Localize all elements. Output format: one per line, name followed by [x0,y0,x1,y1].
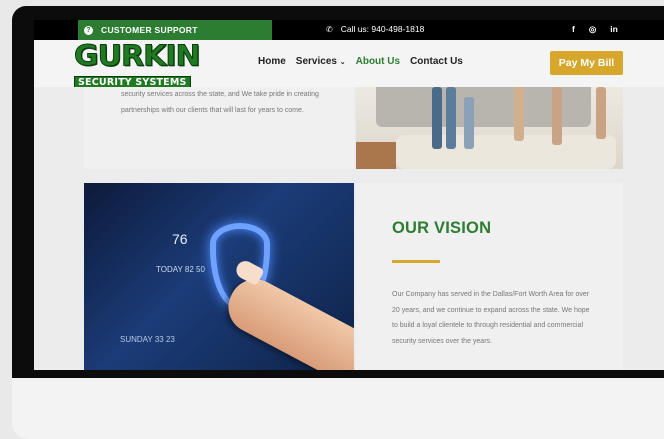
person-leg [514,87,524,141]
person-leg [446,87,456,149]
top-bar: ? CUSTOMER SUPPORT ✆ Call us: 940-498-18… [34,20,664,40]
facebook-icon[interactable]: f [572,24,575,35]
floor-shape [356,142,396,169]
today-label: TODAY 82 50 [156,265,205,274]
nav-contact-us[interactable]: Contact Us [410,56,463,67]
heading-divider [392,260,440,263]
site-header: GURKIN SECURITY SYSTEMS Home Services ⌄ … [34,39,664,89]
person-leg [464,97,474,149]
today-values: 82 50 [184,265,205,274]
browser-screen: ? CUSTOMER SUPPORT ✆ Call us: 940-498-18… [34,20,664,370]
nav-services-label: Services [295,56,337,67]
pay-my-bill-button[interactable]: Pay My Bill [550,51,623,75]
sunday-values: SUNDAY 33 23 [120,335,175,344]
temperature-reading: 76 [172,231,188,247]
main-nav: Home Services ⌄ About Us Contact Us [258,56,463,67]
phone-link[interactable]: ✆ Call us: 940-498-1818 [326,24,424,34]
person-leg [596,87,606,139]
today-day: TODAY [156,265,183,274]
customer-support-button[interactable]: ? CUSTOMER SUPPORT [78,20,272,40]
gurkin-logo[interactable]: GURKIN SECURITY SYSTEMS [74,39,204,89]
phone-icon: ✆ [326,24,333,34]
page-content: security services across the state, and … [34,87,664,370]
nav-about-us[interactable]: About Us [356,56,400,67]
vision-paragraph: Our Company has served in the Dallas/For… [392,291,590,345]
rug-shape [396,135,616,169]
nav-home[interactable]: Home [258,56,286,67]
monitor-chin [12,378,664,439]
our-vision-section: OUR VISION Our Company has served in the… [356,183,623,370]
instagram-icon[interactable]: ◎ [589,24,596,35]
nav-services[interactable]: Services ⌄ [296,56,346,67]
person-leg [432,87,442,149]
phone-label: Call us: 940-498-1818 [340,24,425,34]
question-icon: ? [84,25,93,35]
customer-support-label: CUSTOMER SUPPORT [101,25,198,35]
about-paragraph: security services across the state, and … [121,91,319,114]
about-text-block: security services across the state, and … [84,87,354,169]
family-living-room-image [356,87,623,169]
thermostat-touch-image: 76 TODAY 82 50 SUNDAY 33 23 [84,183,354,370]
finger-shape [219,270,354,370]
person-leg [552,87,562,145]
logo-wordmark: GURKIN [74,39,202,74]
vision-heading: OUR VISION [392,219,492,237]
social-links: f ◎ in [572,24,618,35]
chevron-down-icon: ⌄ [339,59,346,66]
linkedin-icon[interactable]: in [610,24,618,35]
monitor-bezel: ? CUSTOMER SUPPORT ✆ Call us: 940-498-18… [12,6,664,378]
